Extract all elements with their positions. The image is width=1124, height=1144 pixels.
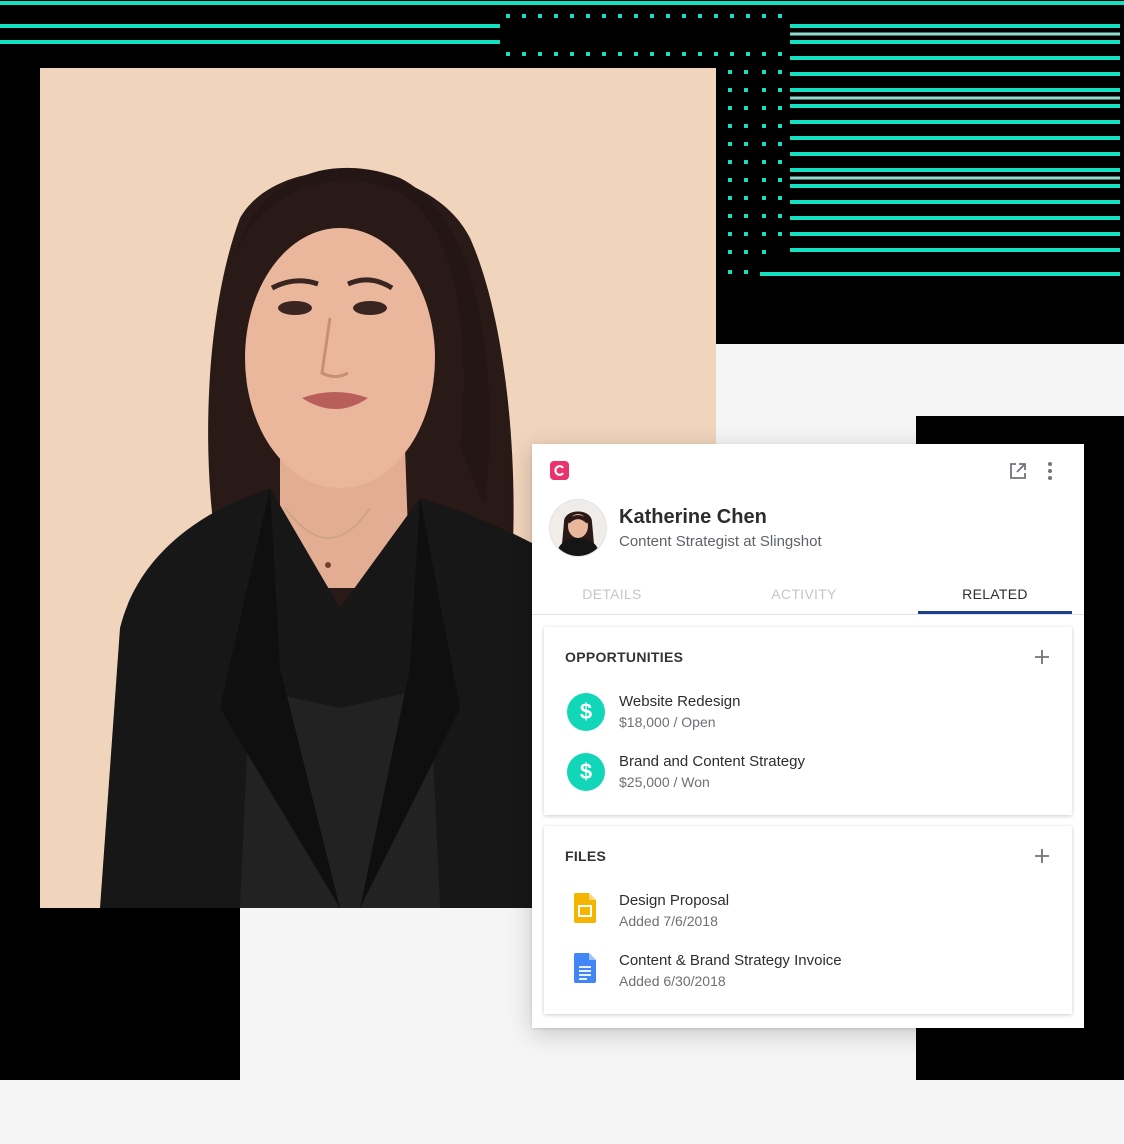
more-vertical-icon[interactable] (1042, 460, 1058, 482)
google-slides-icon (574, 893, 596, 923)
avatar (550, 500, 606, 556)
tab-bar: DETAILS ACTIVITY RELATED (532, 582, 1084, 615)
contact-job-title: Content Strategist at Slingshot (619, 533, 822, 550)
copper-logo-icon (550, 461, 569, 480)
opportunity-row[interactable]: $ Website Redesign $18,000 / Open (544, 687, 1072, 737)
files-heading: FILES (565, 848, 607, 864)
opportunities-heading: OPPORTUNITIES (565, 649, 684, 665)
files-section: FILES Design Proposal Added 7/6/2018 Con… (544, 826, 1072, 1014)
file-added-date: Added 6/30/2018 (619, 973, 726, 989)
opportunity-row[interactable]: $ Brand and Content Strategy $25,000 / W… (544, 747, 1072, 797)
opportunity-value-status: $25,000 / Won (619, 774, 710, 790)
add-opportunity-plus-icon[interactable] (1034, 649, 1050, 665)
dollar-icon: $ (567, 753, 605, 791)
contact-card: Katherine Chen Content Strategist at Sli… (532, 444, 1084, 1028)
opportunity-value-status: $18,000 / Open (619, 714, 716, 730)
opportunities-section: OPPORTUNITIES $ Website Redesign $18,000… (544, 627, 1072, 815)
tab-activity[interactable]: ACTIVITY (724, 582, 884, 614)
card-header: Katherine Chen Content Strategist at Sli… (532, 444, 1084, 615)
opportunity-title: Website Redesign (619, 693, 741, 710)
google-docs-icon (574, 953, 596, 983)
tab-details[interactable]: DETAILS (532, 582, 692, 614)
dollar-icon: $ (567, 693, 605, 731)
light-backdrop-bottom (0, 1080, 1124, 1144)
contact-name: Katherine Chen (619, 506, 767, 528)
add-file-plus-icon[interactable] (1034, 848, 1050, 864)
file-row[interactable]: Design Proposal Added 7/6/2018 (544, 886, 1072, 936)
file-title: Content & Brand Strategy Invoice (619, 952, 842, 969)
file-row[interactable]: Content & Brand Strategy Invoice Added 6… (544, 946, 1072, 996)
opportunity-title: Brand and Content Strategy (619, 753, 805, 770)
open-external-icon[interactable] (1008, 461, 1028, 481)
file-title: Design Proposal (619, 892, 730, 909)
file-added-date: Added 7/6/2018 (619, 913, 718, 929)
tab-related[interactable]: RELATED (918, 582, 1072, 614)
